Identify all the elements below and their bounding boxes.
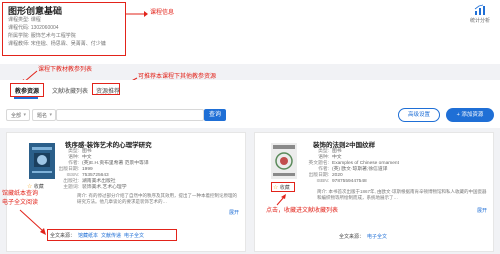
meta-row: 出版社: 湖南美术出版社 <box>63 179 116 184</box>
search-input[interactable] <box>56 109 204 121</box>
source-label: 全文来源： <box>339 234 365 240</box>
annotation-fulltext: 馆藏纸本查询 电子全文阅读 <box>2 191 39 206</box>
tab-recommend[interactable]: 资源推荐 <box>96 86 120 95</box>
chevron-down-icon: ▾ <box>49 112 52 118</box>
arrow-icon <box>276 194 286 206</box>
star-icon: ☆ <box>273 185 279 191</box>
scope-select-value: 全部 <box>11 113 22 119</box>
field-select[interactable]: 题名 ▾ <box>32 109 56 121</box>
chevron-down-icon: ▾ <box>23 112 26 118</box>
course-college: 所属学院: 服饰艺术与工程学院 <box>8 33 76 39</box>
active-tab-indicator <box>14 97 38 99</box>
stats-analysis-button[interactable]: 统计分析 <box>466 4 494 24</box>
favorite-button[interactable]: ☆ 收藏 <box>273 184 290 191</box>
field-select-value: 题名 <box>37 113 48 119</box>
arrow-icon <box>19 209 46 235</box>
book-cover[interactable] <box>271 143 297 179</box>
course-header: 图形创意基础 课程类型: 课程 课程代码: 1302060004 所属学院: 服… <box>0 0 500 64</box>
app-root: 图形创意基础 课程类型: 课程 课程代码: 1302060004 所属学院: 服… <box>0 0 500 254</box>
annotation-textbook-list: 课程下教材教参列表 <box>38 67 93 73</box>
tab-favorites[interactable]: 文献收藏列表 <box>52 86 88 95</box>
fulltext-sources: 全文来源： 电子全文 <box>339 233 387 240</box>
source-label: 全文来源： <box>50 233 76 239</box>
course-title: 图形创意基础 <box>8 6 63 16</box>
favorite-button[interactable]: ☆ 收藏 <box>27 183 44 190</box>
meta-row: 类型: 图书 <box>318 149 342 154</box>
meta-row: 英文题名: Examples of Chinese ornament <box>308 161 399 166</box>
source-link-fulltext[interactable]: 电子全文 <box>367 234 387 240</box>
favorite-label: 收藏 <box>279 185 290 191</box>
resource-card: ☆ 收藏 装饰的法则2中国纹样 类型: 图书 语种: 中文 英文题名: Example… <box>254 132 494 252</box>
arrow-icon <box>126 11 148 17</box>
bar-chart-icon <box>474 4 485 15</box>
meta-row: ISSN: 7535725643 <box>66 173 109 178</box>
meta-row: 作者: (英) 欧文·琼斯著;徐信道译 <box>318 167 388 172</box>
meta-row: 语种: 中文 <box>318 155 342 160</box>
meta-row: 出版日期: 1999 <box>58 167 93 172</box>
course-teachers: 课程教师: 宋佳楹、杨思霖、吴菁菁、付少镛 <box>8 41 106 47</box>
source-link-fulltext[interactable]: 电子全文 <box>124 233 144 239</box>
advanced-settings-button[interactable]: 高级设置 <box>398 108 440 122</box>
book-title[interactable]: 装饰的法则2中国纹样 <box>313 139 375 149</box>
course-code: 课程代码: 1302060004 <box>8 25 59 31</box>
meta-row: ISBN: 9787559447548 <box>316 179 367 184</box>
meta-row: 类型: 图书 <box>68 149 92 154</box>
expand-link[interactable]: 展开 <box>477 207 487 214</box>
book-abstract: 简介: 本书首次出版于1867年, 由欧文·琼斯根据南肯辛顿博物馆和私人收藏的中… <box>317 189 487 200</box>
stats-label: 统计分析 <box>469 18 490 24</box>
course-type: 课程类型: 课程 <box>8 17 41 23</box>
source-link-delivery[interactable]: 文献传递 <box>101 233 121 239</box>
add-resource-button[interactable]: + 添加资源 <box>446 108 494 122</box>
fulltext-sources: 全文来源： 馆藏纸本 文献传递 电子全文 <box>50 232 144 239</box>
tab-course-resources[interactable]: 教参资源 <box>15 86 39 95</box>
scope-select[interactable]: 全部 ▾ <box>6 109 30 121</box>
meta-row: 语种: 中文 <box>68 155 92 160</box>
annotation-favorite: 点击，收藏进文献收藏列表 <box>266 208 339 214</box>
book-cover-art <box>271 143 297 179</box>
annotation-course-info: 课程信息 <box>150 10 175 16</box>
meta-row: 作者: (英)E.H.贡布里希著 范景中等译 <box>68 161 149 166</box>
search-button[interactable]: 查询 <box>204 109 226 121</box>
tab-bar: 教参资源 文献收藏列表 资源推荐 <box>0 80 500 102</box>
meta-row: 出版日期: 2020 <box>308 173 343 178</box>
filter-row: 全部 ▾ 题名 ▾ 查询 高级设置 + 添加资源 <box>0 102 500 128</box>
source-link-library[interactable]: 馆藏纸本 <box>78 233 98 239</box>
meta-row: 主题词: 装饰美术,艺术心理学 <box>63 185 127 190</box>
book-title[interactable]: 铁序感-装饰艺术的心理学研究 <box>65 139 152 149</box>
expand-link[interactable]: 展开 <box>229 209 239 216</box>
book-abstract: 简介: 有的停过部分介绍了自然中的秩序及其效用，提出了一种本着控制论原理的研究方… <box>77 193 237 204</box>
